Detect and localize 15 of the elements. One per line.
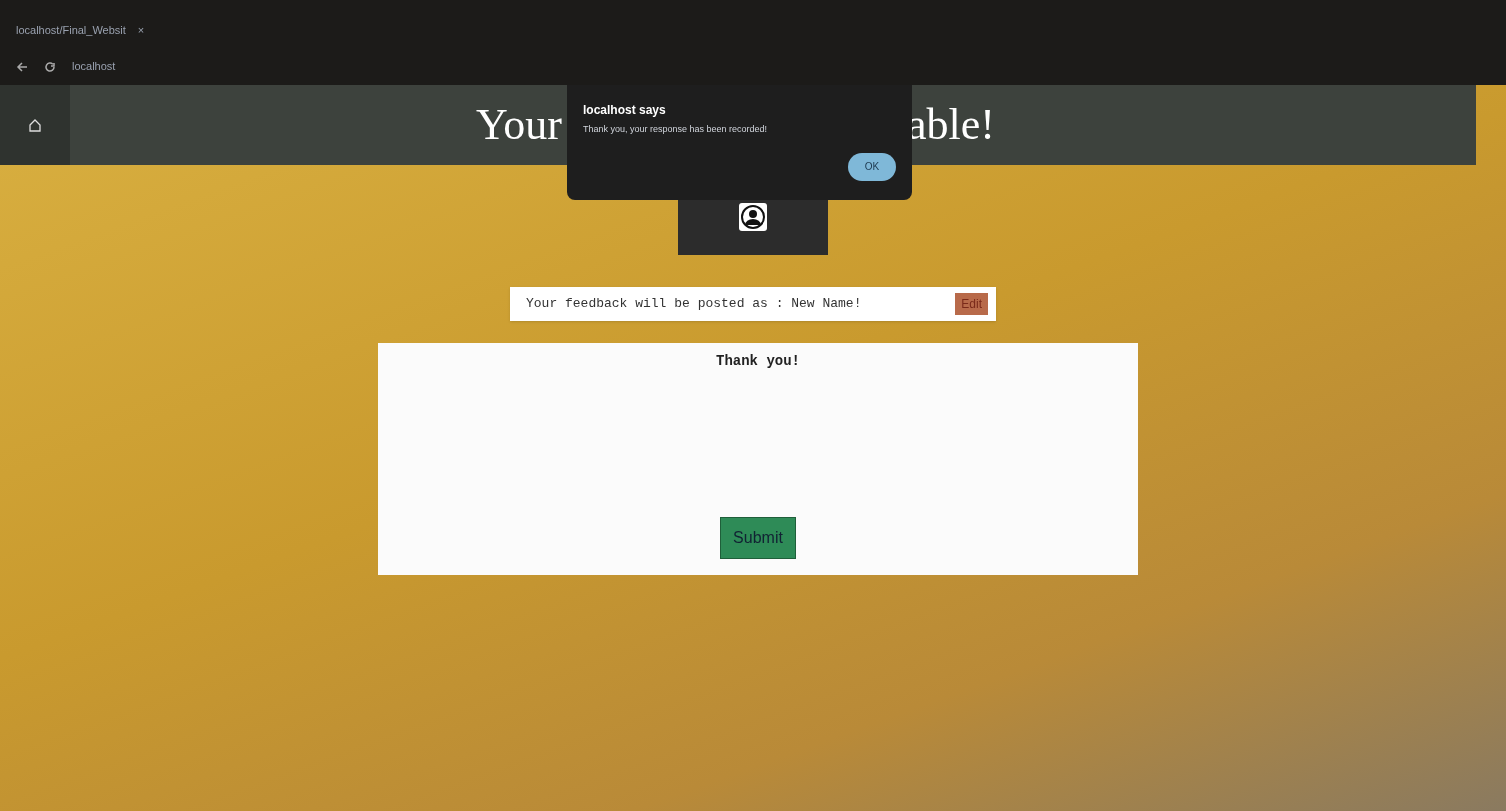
- page-title: Your: [476, 99, 563, 151]
- tab-title[interactable]: localhost/Final_Websit: [16, 21, 126, 39]
- page-title: able!: [907, 99, 995, 151]
- user-avatar-icon: [739, 203, 767, 231]
- ok-button[interactable]: OK: [848, 152, 896, 181]
- back-icon[interactable]: [16, 60, 28, 73]
- home-icon[interactable]: [28, 118, 42, 132]
- feedback-text: Your feedback will be posted as : New Name!: [526, 295, 862, 314]
- close-icon[interactable]: ×: [137, 21, 145, 39]
- address-bar[interactable]: localhost: [72, 58, 116, 75]
- reload-icon[interactable]: [44, 60, 56, 73]
- dialog-title: localhost says: [583, 102, 667, 119]
- submit-button[interactable]: Submit: [720, 517, 796, 559]
- dialog-message: Thank you, your response has been recorded!: [583, 123, 769, 136]
- thank-you-message: Thank you!: [716, 352, 800, 371]
